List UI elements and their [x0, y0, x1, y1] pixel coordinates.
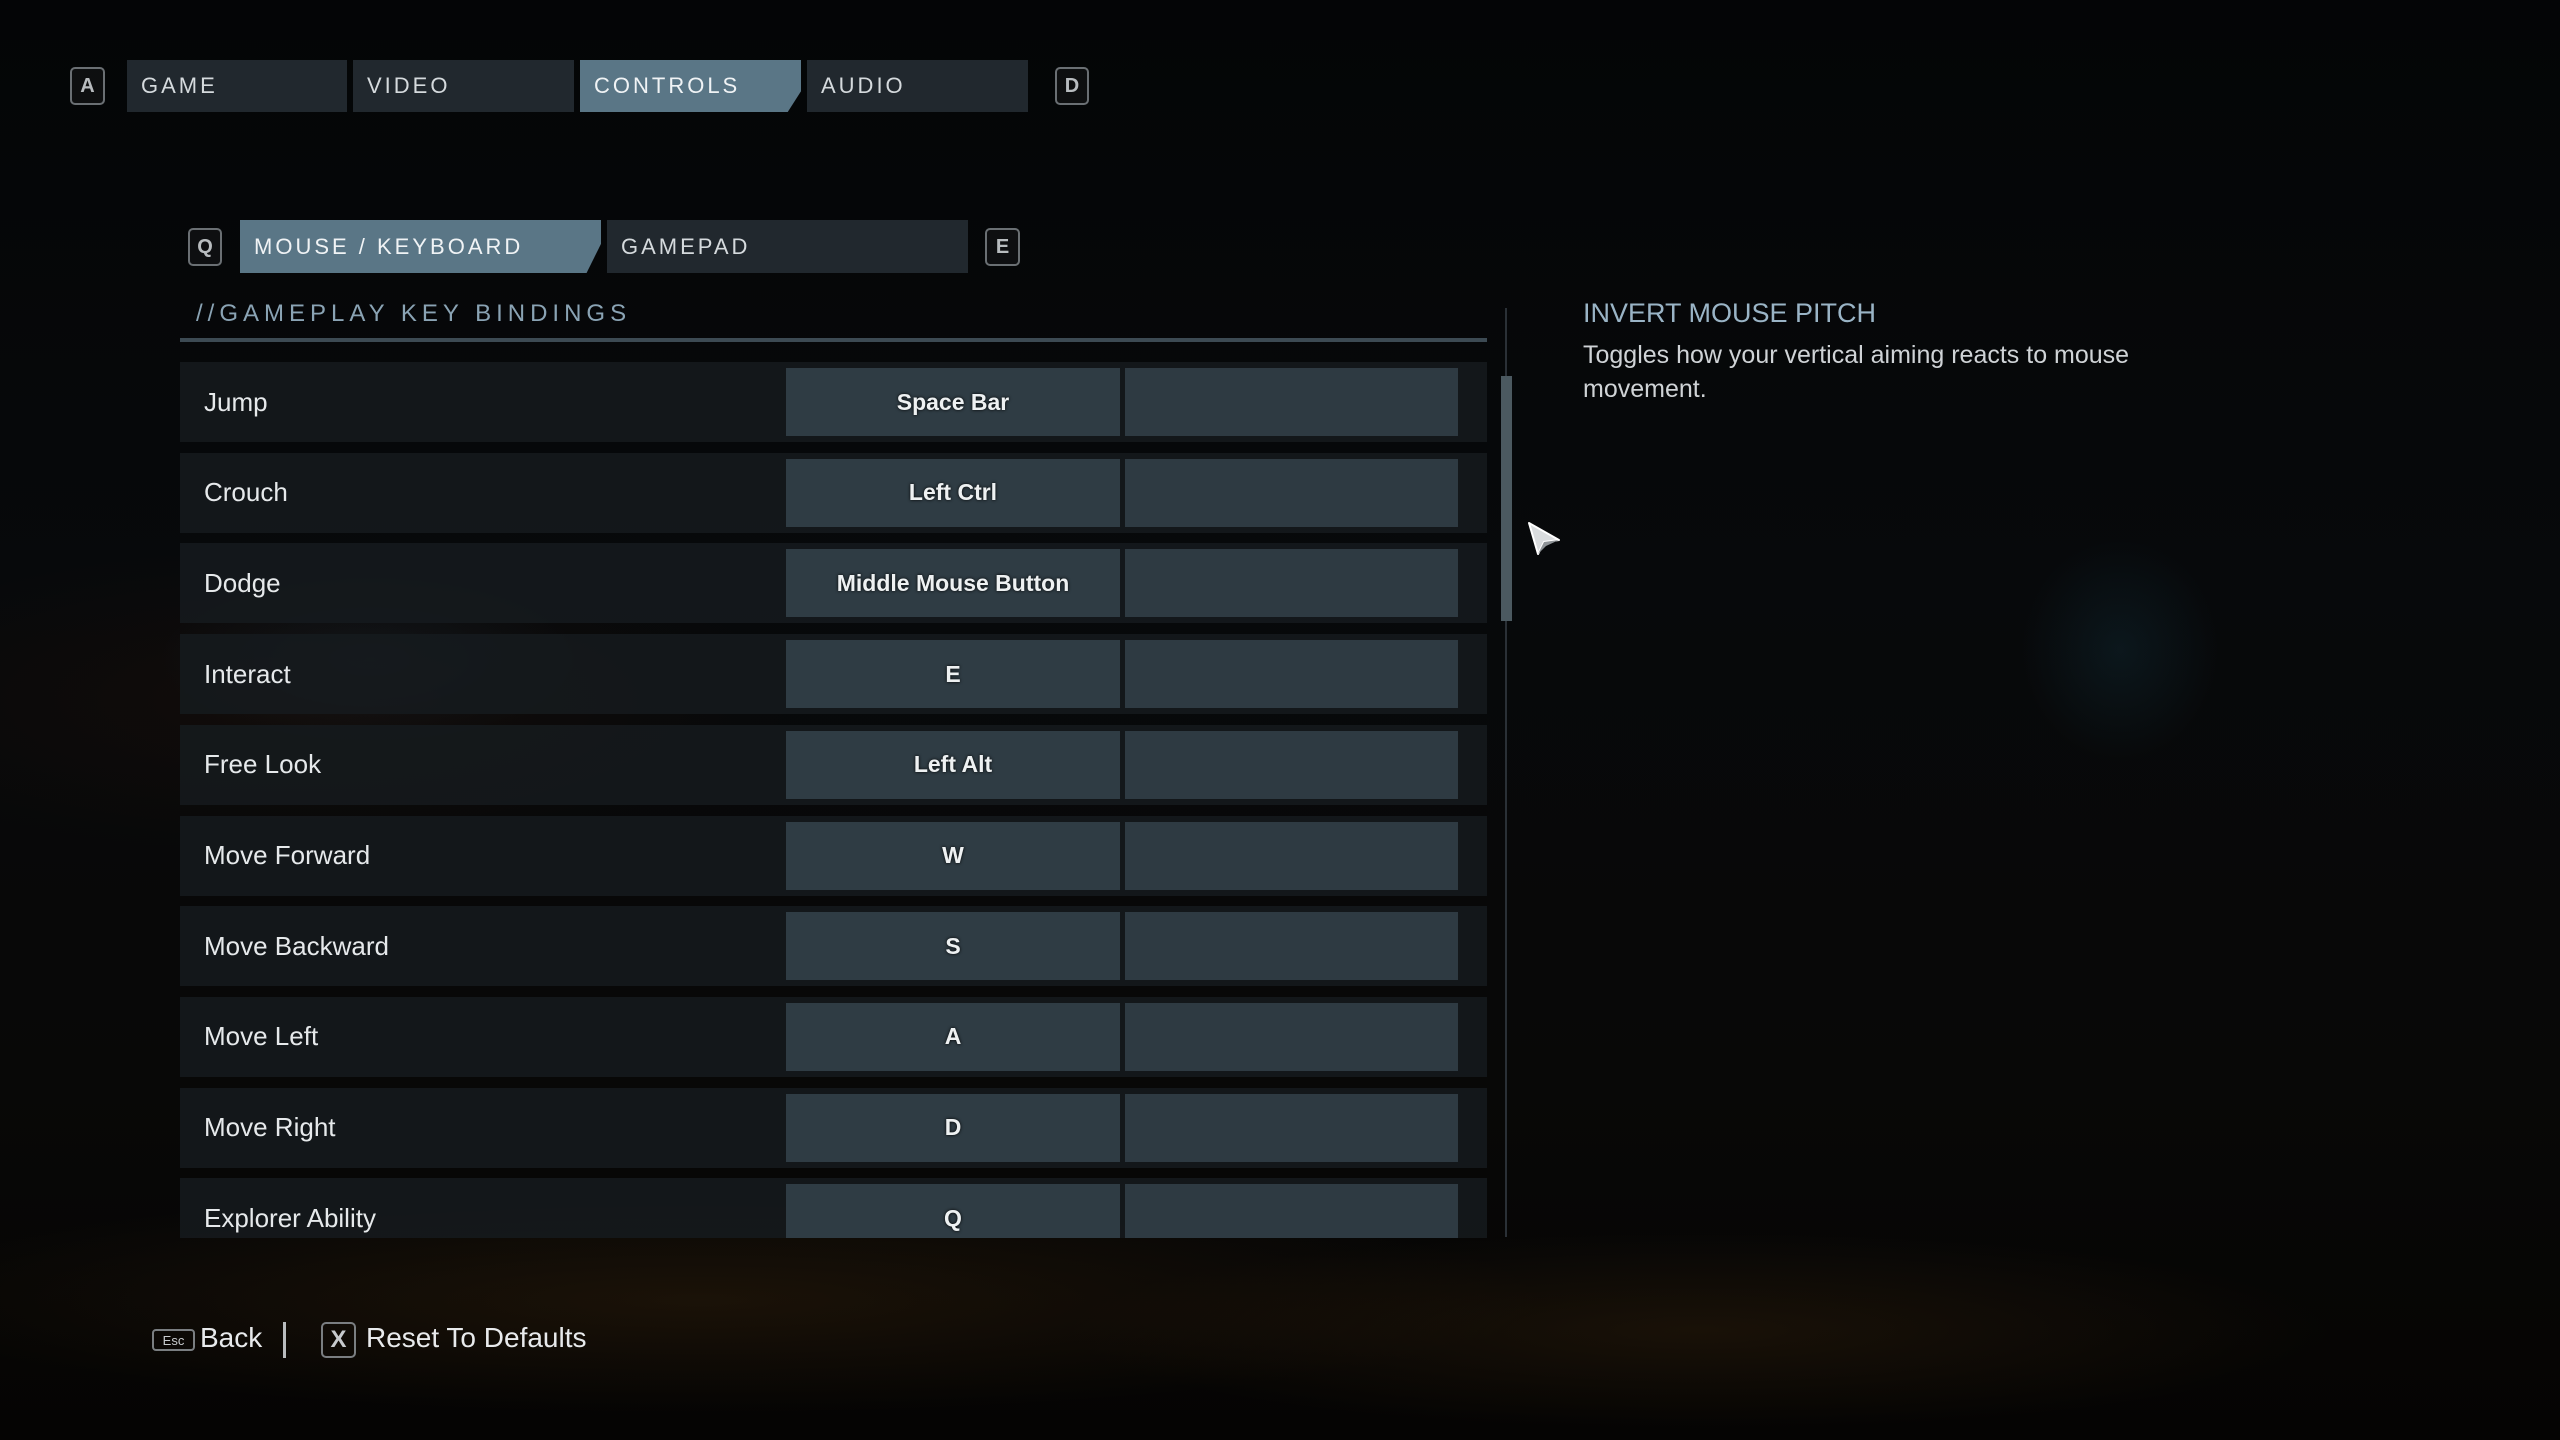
binding-action-label: Move Left — [204, 1021, 319, 1052]
mouse-cursor-icon — [1528, 522, 1560, 555]
binding-row[interactable]: Move Left A — [180, 996, 1487, 1077]
binding-row[interactable]: Move Right D — [180, 1087, 1487, 1168]
tab-label: CONTROLS — [594, 73, 741, 98]
primary-key-slot[interactable]: E — [786, 640, 1120, 709]
key-bindings-list: Jump Space Bar Crouch Left Ctrl Dodge Middle … — [180, 362, 1487, 1238]
subtab-mouse-keyboard[interactable]: MOUSE / KEYBOARD — [240, 220, 601, 273]
primary-key-slot[interactable]: Middle Mouse Button — [786, 549, 1120, 618]
secondary-key-slot[interactable] — [1125, 458, 1458, 527]
tab-video[interactable]: VIDEO — [353, 60, 574, 112]
prev-subtab-key-hint[interactable]: Q — [188, 228, 222, 266]
secondary-key-slot[interactable] — [1125, 1184, 1458, 1238]
binding-action-label: Dodge — [204, 567, 281, 598]
binding-action-label: Move Backward — [204, 930, 389, 961]
secondary-key-slot[interactable] — [1125, 368, 1458, 436]
subtab-label: GAMEPAD — [621, 233, 751, 259]
next-tab-key-hint[interactable]: D — [1055, 67, 1089, 105]
primary-key-slot[interactable]: A — [786, 1002, 1120, 1071]
setting-description-body: Toggles how your vertical aiming reacts … — [1583, 341, 2130, 403]
subtab-label: MOUSE / KEYBOARD — [254, 233, 524, 259]
next-subtab-key-hint[interactable]: E — [985, 228, 1020, 266]
primary-key-slot[interactable]: Q — [786, 1184, 1120, 1238]
secondary-key-slot[interactable] — [1125, 1093, 1458, 1162]
tab-game[interactable]: GAME — [127, 60, 347, 112]
tab-label: GAME — [141, 73, 218, 98]
binding-action-label: Crouch — [204, 477, 288, 508]
scrollbar-thumb[interactable] — [1501, 376, 1512, 621]
secondary-key-slot[interactable] — [1125, 640, 1458, 709]
tab-controls[interactable]: CONTROLS — [580, 60, 801, 112]
primary-key-slot[interactable]: D — [786, 1093, 1120, 1162]
binding-row[interactable]: Free Look Left Alt — [180, 724, 1487, 805]
footer-divider — [283, 1322, 286, 1358]
back-button[interactable]: Back — [200, 1322, 262, 1354]
binding-action-label: Interact — [204, 658, 291, 689]
tab-audio[interactable]: AUDIO — [807, 60, 1028, 112]
binding-action-label: Move Right — [204, 1112, 336, 1143]
binding-row[interactable]: Crouch Left Ctrl — [180, 452, 1487, 533]
section-title: //GAMEPLAY KEY BINDINGS — [196, 300, 632, 327]
subtab-gamepad[interactable]: GAMEPAD — [607, 220, 968, 273]
primary-key-slot[interactable]: Left Ctrl — [786, 458, 1120, 527]
binding-row[interactable]: Dodge Middle Mouse Button — [180, 543, 1487, 624]
binding-row[interactable]: Interact E — [180, 634, 1487, 715]
secondary-key-slot[interactable] — [1125, 821, 1458, 890]
secondary-key-slot[interactable] — [1125, 912, 1458, 981]
binding-row[interactable]: Move Backward S — [180, 906, 1487, 987]
tab-label: AUDIO — [821, 73, 906, 98]
binding-row[interactable]: Explorer Ability Q — [180, 1178, 1487, 1238]
secondary-key-slot[interactable] — [1125, 1002, 1458, 1071]
setting-description-title: INVERT MOUSE PITCH — [1583, 298, 1877, 328]
primary-key-slot[interactable]: Left Alt — [786, 730, 1120, 799]
reset-to-defaults-button[interactable]: Reset To Defaults — [366, 1322, 587, 1354]
prev-tab-key-hint[interactable]: A — [70, 67, 105, 105]
binding-action-label: Jump — [204, 386, 268, 417]
secondary-key-slot[interactable] — [1125, 730, 1458, 799]
primary-key-slot[interactable]: Space Bar — [786, 368, 1120, 436]
binding-row[interactable]: Move Forward W — [180, 815, 1487, 896]
primary-key-slot[interactable]: W — [786, 821, 1120, 890]
binding-action-label: Move Forward — [204, 840, 371, 870]
esc-key-icon[interactable]: Esc — [152, 1329, 195, 1351]
primary-key-slot[interactable]: S — [786, 912, 1120, 981]
binding-action-label: Explorer Ability — [204, 1202, 376, 1233]
x-key-icon[interactable]: X — [321, 1322, 356, 1358]
tab-label: VIDEO — [367, 73, 451, 98]
binding-action-label: Free Look — [204, 749, 322, 780]
secondary-key-slot[interactable] — [1125, 549, 1458, 618]
section-divider — [180, 338, 1487, 342]
binding-row[interactable]: Jump Space Bar — [180, 362, 1487, 442]
